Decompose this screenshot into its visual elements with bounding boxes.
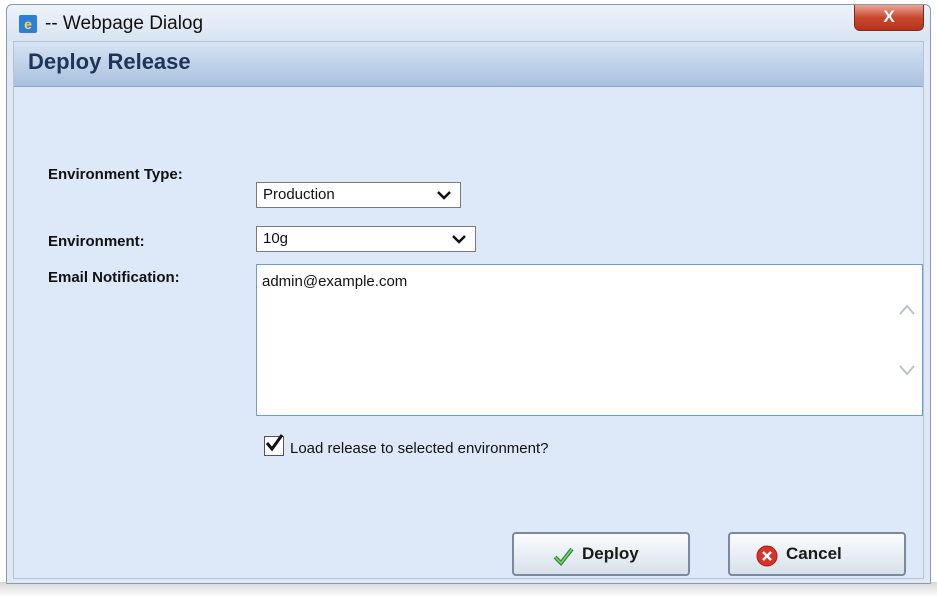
email-notification-value: admin@example.com <box>262 273 408 290</box>
environment-label: Environment: <box>48 233 145 250</box>
load-release-checkbox[interactable] <box>264 434 284 456</box>
window-shadow <box>0 582 937 597</box>
checkmark-icon <box>265 434 284 452</box>
close-button[interactable]: X <box>854 5 924 31</box>
environment-select[interactable]: 10g <box>256 226 476 252</box>
dialog-title: Deploy Release <box>28 49 191 74</box>
scroll-up-icon[interactable] <box>898 303 916 317</box>
environment-type-label: Environment Type: <box>48 166 183 183</box>
email-notification-field[interactable]: admin@example.com <box>256 264 923 416</box>
scroll-down-icon[interactable] <box>898 363 916 377</box>
chevron-down-icon <box>452 235 466 244</box>
dialog-window: e -- Webpage Dialog X Deploy Release Env… <box>6 4 931 584</box>
green-check-icon <box>553 547 574 567</box>
load-release-label: Load release to selected environment? <box>290 440 549 457</box>
environment-type-value: Production <box>263 186 335 203</box>
cancel-label: Cancel <box>786 544 842 563</box>
close-icon: X <box>883 7 895 26</box>
window-title: -- Webpage Dialog <box>45 13 204 34</box>
ie-icon: e <box>19 15 37 33</box>
cancel-button[interactable]: Cancel <box>728 532 906 576</box>
environment-value: 10g <box>263 230 289 247</box>
email-notification-label: Email Notification: <box>48 269 180 286</box>
deploy-label: Deploy <box>582 544 639 563</box>
chevron-down-icon <box>437 191 451 200</box>
red-x-icon <box>756 545 778 567</box>
dialog-client-area: Deploy Release Environment Type: Product… <box>13 41 924 579</box>
environment-type-select[interactable]: Production <box>256 182 461 208</box>
dialog-header: Deploy Release <box>14 42 923 87</box>
deploy-button[interactable]: Deploy <box>512 532 690 576</box>
title-bar[interactable]: e -- Webpage Dialog X <box>7 5 930 41</box>
svg-text:e: e <box>24 16 32 32</box>
